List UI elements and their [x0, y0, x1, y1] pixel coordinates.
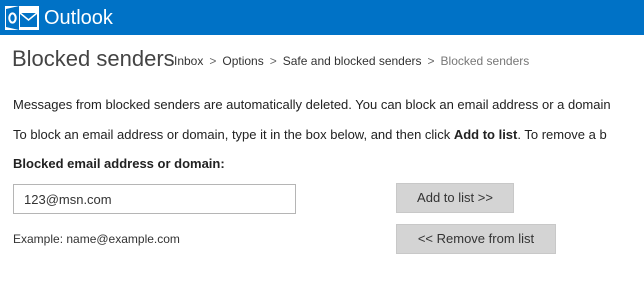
breadcrumb-separator: > [209, 54, 217, 68]
outlook-logo-icon [5, 6, 39, 30]
info-text-line-2-prefix: To block an email address or domain, typ… [13, 127, 454, 142]
breadcrumb-separator: > [427, 54, 435, 68]
outlook-brand[interactable]: Outlook [4, 5, 113, 31]
blocked-address-label: Blocked email address or domain: [13, 156, 225, 171]
breadcrumb-inbox[interactable]: Inbox [174, 54, 203, 68]
breadcrumb-safe-and-blocked-senders[interactable]: Safe and blocked senders [283, 54, 422, 68]
breadcrumb-options[interactable]: Options [222, 54, 263, 68]
info-text-line-2: To block an email address or domain, typ… [13, 126, 607, 144]
info-text-line-2-suffix: . To remove a b [517, 127, 607, 142]
info-text-line-1: Messages from blocked senders are automa… [13, 97, 611, 112]
example-hint: Example: name@example.com [13, 232, 180, 246]
add-to-list-button[interactable]: Add to list >> [396, 183, 514, 213]
breadcrumb-separator: > [269, 54, 277, 68]
app-name: Outlook [44, 7, 113, 29]
page-title: Blocked senders [12, 46, 175, 71]
top-bar: Outlook [0, 0, 644, 35]
remove-from-list-button[interactable]: << Remove from list [396, 224, 556, 254]
info-text-add-to-list-emphasis: Add to list [453, 127, 518, 142]
breadcrumb: Inbox > Options > Safe and blocked senders > B… [174, 52, 529, 70]
blocked-address-input[interactable] [13, 184, 296, 214]
breadcrumb-current: Blocked senders [440, 54, 530, 68]
